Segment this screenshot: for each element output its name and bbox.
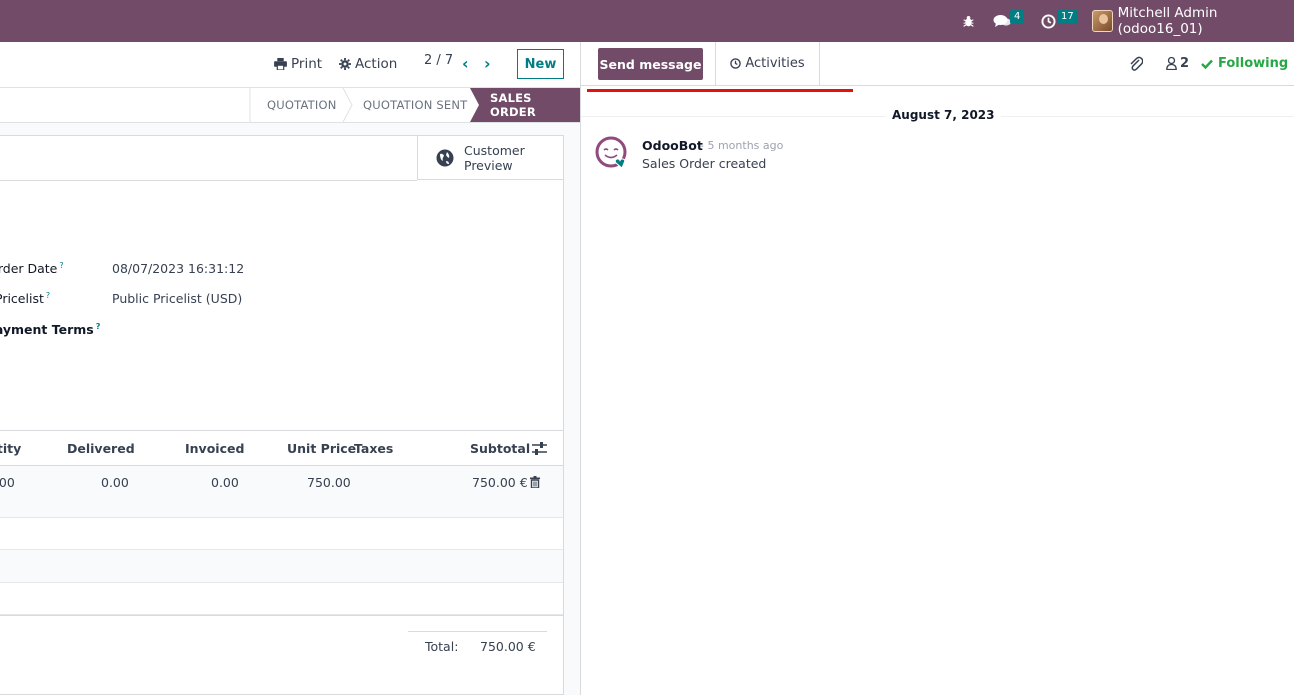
following-button[interactable]: Following — [1201, 56, 1288, 71]
order-date-value[interactable]: 08/07/2023 16:31:12 — [112, 261, 244, 276]
followers-button[interactable]: 2 — [1166, 56, 1189, 71]
followers-count: 2 — [1180, 56, 1190, 71]
customer-preview-label-2: Preview — [464, 157, 513, 173]
stage-quotation-sent[interactable]: QUOTATION SENT — [363, 88, 467, 122]
col-invoiced[interactable]: Invoiced — [185, 441, 244, 456]
col-delivered[interactable]: Delivered — [67, 441, 135, 456]
button-box-divider — [0, 180, 417, 181]
message-body: Sales Order created — [642, 156, 767, 171]
record-pager: 2 / 7 — [424, 53, 454, 68]
odoobot-avatar — [595, 136, 627, 169]
user-name: Mitchell Admin (odoo16_01) — [1117, 5, 1218, 37]
order-date-label: Order Date? — [0, 261, 64, 277]
col-quantity[interactable]: Quantity — [0, 441, 21, 456]
send-message-button[interactable]: Send message — [598, 48, 703, 80]
customer-preview-label-1: Customer — [464, 142, 525, 158]
highlight-underline — [587, 89, 853, 92]
customer-preview-button[interactable]: Customer Preview — [417, 136, 563, 180]
col-unit-price[interactable]: Unit Price — [287, 441, 356, 456]
total-label: Total: — [425, 639, 459, 654]
user-avatar — [1092, 10, 1113, 32]
status-bar: QUOTATION QUOTATION SENT SALES ORDER — [0, 87, 580, 123]
row-unit-price: 750.00 — [307, 475, 351, 490]
col-taxes[interactable]: Taxes — [354, 441, 393, 456]
print-button[interactable]: Print — [274, 53, 322, 75]
delete-trash-icon[interactable] — [530, 476, 540, 488]
clock-icon — [730, 58, 742, 69]
row-subtotal: 750.00 € — [472, 475, 528, 490]
pricelist-value[interactable]: Public Pricelist (USD) — [112, 291, 242, 306]
action-label: Action — [355, 56, 398, 72]
payment-terms-label: Payment Terms? — [0, 322, 101, 338]
globe-icon — [436, 149, 454, 166]
check-icon — [1201, 59, 1213, 69]
user-icon — [1166, 57, 1177, 70]
message-timestamp: - 5 months ago — [700, 139, 784, 152]
user-menu[interactable]: Mitchell Admin (odoo16_01) — [1092, 0, 1294, 42]
pager-previous-chevron-icon[interactable]: ‹ — [462, 54, 469, 73]
pager-next-chevron-icon[interactable]: › — [484, 54, 491, 73]
print-icon — [274, 58, 287, 70]
stage-quotation[interactable]: QUOTATION — [267, 88, 337, 122]
date-separator: August 7, 2023 — [581, 108, 1294, 124]
action-button[interactable]: Action — [339, 53, 397, 75]
debug-bug-icon[interactable] — [962, 0, 975, 42]
optional-columns-sliders-icon[interactable] — [532, 442, 547, 455]
messages-count-badge: 4 — [1010, 10, 1025, 24]
total-separator — [408, 631, 547, 632]
table-bottom-border — [0, 615, 563, 616]
row-delivered: 0.00 — [101, 475, 129, 490]
gear-icon — [339, 58, 351, 70]
table-row-empty — [0, 550, 563, 583]
date-separator-label: August 7, 2023 — [886, 108, 1001, 122]
form-sheet: Customer Preview Order Date? 08/07/2023 … — [0, 135, 564, 695]
paperclip-icon[interactable] — [1129, 56, 1143, 72]
print-label: Print — [291, 56, 323, 72]
row-quantity: 1.00 — [0, 475, 15, 490]
following-label: Following — [1218, 56, 1289, 71]
activities-button[interactable]: Activities — [715, 42, 820, 85]
chatter-panel: Send message Activities 2 Following Augu… — [580, 42, 1294, 695]
new-record-button[interactable]: New — [517, 49, 564, 79]
table-row[interactable]: 1.00 0.00 0.00 750.00 750.00 € — [0, 466, 563, 518]
col-subtotal[interactable]: Subtotal — [470, 441, 530, 456]
table-row-empty — [0, 518, 563, 550]
stage-sales-order[interactable]: SALES ORDER — [490, 88, 580, 122]
message-author[interactable]: OdooBot — [642, 138, 703, 153]
activities-label: Activities — [745, 56, 805, 71]
table-row-empty — [0, 583, 563, 615]
top-navbar: 4 17 Mitchell Admin (odoo16_01) — [0, 0, 1294, 42]
chatter-topbar-divider — [581, 85, 1294, 86]
activities-count-badge: 17 — [1057, 10, 1078, 24]
row-invoiced: 0.00 — [211, 475, 239, 490]
pricelist-label: Pricelist? — [0, 291, 51, 307]
activity-clock-icon[interactable] — [1041, 0, 1056, 42]
order-lines-header: Quantity Delivered Invoiced Unit Price T… — [0, 430, 563, 466]
total-value: 750.00 € — [480, 639, 536, 654]
